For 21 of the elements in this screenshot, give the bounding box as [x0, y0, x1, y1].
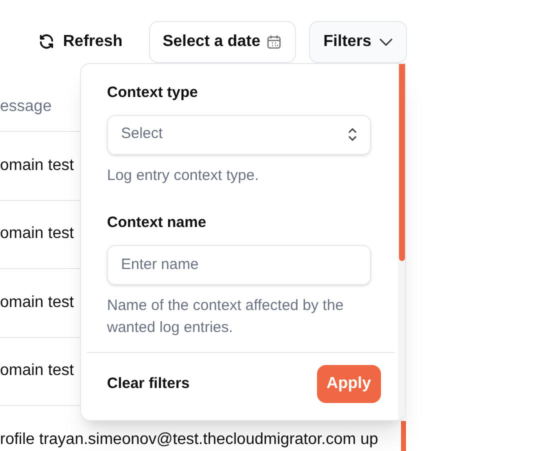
chevron-down-icon [379, 38, 394, 46]
field-label: Context type [107, 83, 199, 103]
calendar-icon [266, 34, 282, 50]
up-down-chevron-icon [348, 128, 357, 141]
column-header: essage [0, 97, 52, 117]
clear-filters-button[interactable]: Clear filters [107, 372, 190, 396]
field-hint: Log entry context type. [107, 166, 260, 186]
page-scrollbar-thumb[interactable] [401, 421, 406, 451]
select-field[interactable]: Select [107, 114, 371, 154]
table-cell-text: rofile trayan.simeonov@test.thecloudmigrator.com up [0, 430, 378, 450]
table-cell-text: omain test [0, 156, 74, 176]
scrollbar-thumb[interactable] [399, 64, 405, 261]
refresh-button[interactable]: Refresh [38, 30, 123, 54]
field-hint: Name of the context affected by the wanted log entries. [107, 296, 345, 338]
text-input-field[interactable]: Enter name [107, 244, 371, 284]
table-cell-text: omain test [0, 224, 74, 244]
field-label: Context name [107, 213, 208, 233]
filters-button[interactable]: Filters [309, 20, 408, 62]
table-cell-text: omain test [0, 292, 74, 313]
table-cell-text: omain test [0, 361, 74, 382]
refresh-icon [38, 33, 55, 50]
